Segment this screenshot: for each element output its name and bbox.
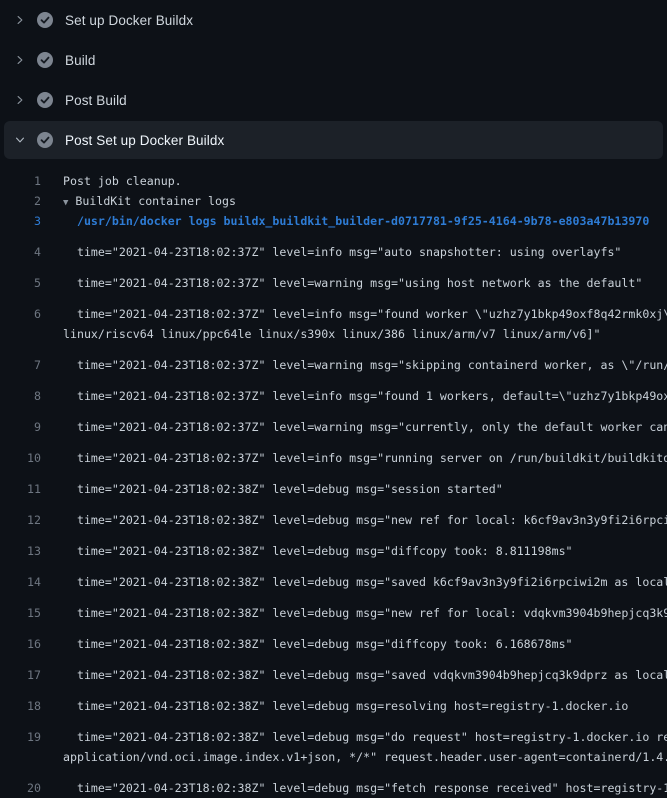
- command-log-text: /usr/bin/docker logs buildx_buildkit_bui…: [41, 211, 649, 231]
- log-row: application/vnd.oci.image.index.v1+json,…: [0, 747, 667, 767]
- chevron-right-icon: [14, 54, 26, 66]
- log-text: time="2021-04-23T18:02:38Z" level=debug …: [41, 510, 667, 530]
- check-circle-icon: [37, 92, 53, 108]
- log-text: application/vnd.oci.image.index.v1+json,…: [41, 747, 667, 767]
- line-number: [0, 324, 41, 344]
- log-row: 9 time="2021-04-23T18:02:37Z" level=warn…: [0, 406, 667, 437]
- step-title: Post Set up Docker Buildx: [65, 133, 224, 148]
- log-text: time="2021-04-23T18:02:38Z" level=debug …: [41, 603, 667, 623]
- log-row: 20 time="2021-04-23T18:02:38Z" level=deb…: [0, 767, 667, 798]
- check-circle-icon: [37, 12, 53, 28]
- group-toggle-line[interactable]: ▼ BuildKit container logs: [41, 191, 236, 211]
- line-number[interactable]: 5: [0, 273, 41, 293]
- step-title: Build: [65, 53, 96, 68]
- log-text: time="2021-04-23T18:02:38Z" level=debug …: [41, 572, 667, 592]
- log-text: time="2021-04-23T18:02:38Z" level=debug …: [41, 778, 667, 798]
- log-row: 2▼ BuildKit container logs: [0, 191, 667, 211]
- check-circle-icon: [37, 52, 53, 68]
- line-number[interactable]: 6: [0, 304, 41, 324]
- log-row: 4 time="2021-04-23T18:02:37Z" level=info…: [0, 231, 667, 262]
- line-number[interactable]: 7: [0, 355, 41, 375]
- log-text: time="2021-04-23T18:02:37Z" level=info m…: [41, 304, 667, 324]
- log-text: Post job cleanup.: [41, 171, 182, 191]
- step-row-post-build[interactable]: Post Build: [0, 80, 667, 120]
- log-row: linux/riscv64 linux/ppc64le linux/s390x …: [0, 324, 667, 344]
- log-row: 8 time="2021-04-23T18:02:37Z" level=info…: [0, 375, 667, 406]
- chevron-right-icon: [14, 14, 26, 26]
- step-title: Post Build: [65, 93, 127, 108]
- log-text: time="2021-04-23T18:02:37Z" level=warnin…: [41, 417, 667, 437]
- log-row: 7 time="2021-04-23T18:02:37Z" level=warn…: [0, 344, 667, 375]
- log-text: time="2021-04-23T18:02:37Z" level=warnin…: [41, 273, 642, 293]
- log-row: 6 time="2021-04-23T18:02:37Z" level=info…: [0, 293, 667, 324]
- log-row: 14 time="2021-04-23T18:02:38Z" level=deb…: [0, 561, 667, 592]
- log-text: time="2021-04-23T18:02:37Z" level=info m…: [41, 242, 621, 262]
- log-row: 1Post job cleanup.: [0, 171, 667, 191]
- line-number[interactable]: 11: [0, 479, 41, 499]
- step-row-build[interactable]: Build: [0, 40, 667, 80]
- line-number[interactable]: 9: [0, 417, 41, 437]
- line-number[interactable]: 19: [0, 727, 41, 747]
- line-number[interactable]: 18: [0, 696, 41, 716]
- line-number[interactable]: 3: [0, 211, 41, 231]
- line-number[interactable]: 13: [0, 541, 41, 561]
- step-row-set-up-docker-buildx[interactable]: Set up Docker Buildx: [0, 0, 667, 40]
- line-number[interactable]: 16: [0, 634, 41, 654]
- log-text: time="2021-04-23T18:02:37Z" level=info m…: [41, 448, 667, 468]
- log-row: 12 time="2021-04-23T18:02:38Z" level=deb…: [0, 499, 667, 530]
- log-text: linux/riscv64 linux/ppc64le linux/s390x …: [41, 324, 600, 344]
- line-number[interactable]: 10: [0, 448, 41, 468]
- log-lines: 1Post job cleanup.2▼ BuildKit container …: [0, 160, 667, 798]
- chevron-right-icon: [14, 94, 26, 106]
- line-number[interactable]: 12: [0, 510, 41, 530]
- line-number[interactable]: 2: [0, 191, 41, 211]
- check-circle-icon: [37, 132, 53, 148]
- chevron-down-icon: [14, 134, 26, 146]
- line-number[interactable]: 4: [0, 242, 41, 262]
- line-number[interactable]: 20: [0, 778, 41, 798]
- line-number: [0, 747, 41, 767]
- steps-list: Set up Docker Buildx Build Post Build Post …: [0, 0, 667, 159]
- log-text: time="2021-04-23T18:02:38Z" level=debug …: [41, 665, 667, 685]
- line-number[interactable]: 1: [0, 171, 41, 191]
- step-row-post-set-up-docker-buildx[interactable]: Post Set up Docker Buildx: [4, 121, 663, 159]
- log-row: 5 time="2021-04-23T18:02:37Z" level=warn…: [0, 262, 667, 293]
- log-text: time="2021-04-23T18:02:38Z" level=debug …: [41, 634, 573, 654]
- group-label: BuildKit container logs: [68, 194, 236, 208]
- line-number[interactable]: 17: [0, 665, 41, 685]
- log-row: 11 time="2021-04-23T18:02:38Z" level=deb…: [0, 468, 667, 499]
- log-row: 10 time="2021-04-23T18:02:37Z" level=inf…: [0, 437, 667, 468]
- log-row: 15 time="2021-04-23T18:02:38Z" level=deb…: [0, 592, 667, 623]
- log-text: time="2021-04-23T18:02:38Z" level=debug …: [41, 727, 667, 747]
- line-number[interactable]: 8: [0, 386, 41, 406]
- log-row: 13 time="2021-04-23T18:02:38Z" level=deb…: [0, 530, 667, 561]
- log-row: 19 time="2021-04-23T18:02:38Z" level=deb…: [0, 716, 667, 747]
- log-text: time="2021-04-23T18:02:38Z" level=debug …: [41, 479, 503, 499]
- line-number[interactable]: 15: [0, 603, 41, 623]
- log-text: time="2021-04-23T18:02:38Z" level=debug …: [41, 541, 573, 561]
- log-text: time="2021-04-23T18:02:38Z" level=debug …: [41, 696, 628, 716]
- log-row: 18 time="2021-04-23T18:02:38Z" level=deb…: [0, 685, 667, 716]
- log-row: 17 time="2021-04-23T18:02:38Z" level=deb…: [0, 654, 667, 685]
- log-text: time="2021-04-23T18:02:37Z" level=warnin…: [41, 355, 667, 375]
- log-text: time="2021-04-23T18:02:37Z" level=info m…: [41, 386, 667, 406]
- log-row: 3 /usr/bin/docker logs buildx_buildkit_b…: [0, 211, 667, 231]
- line-number[interactable]: 14: [0, 572, 41, 592]
- step-title: Set up Docker Buildx: [65, 13, 193, 28]
- log-row: 16 time="2021-04-23T18:02:38Z" level=deb…: [0, 623, 667, 654]
